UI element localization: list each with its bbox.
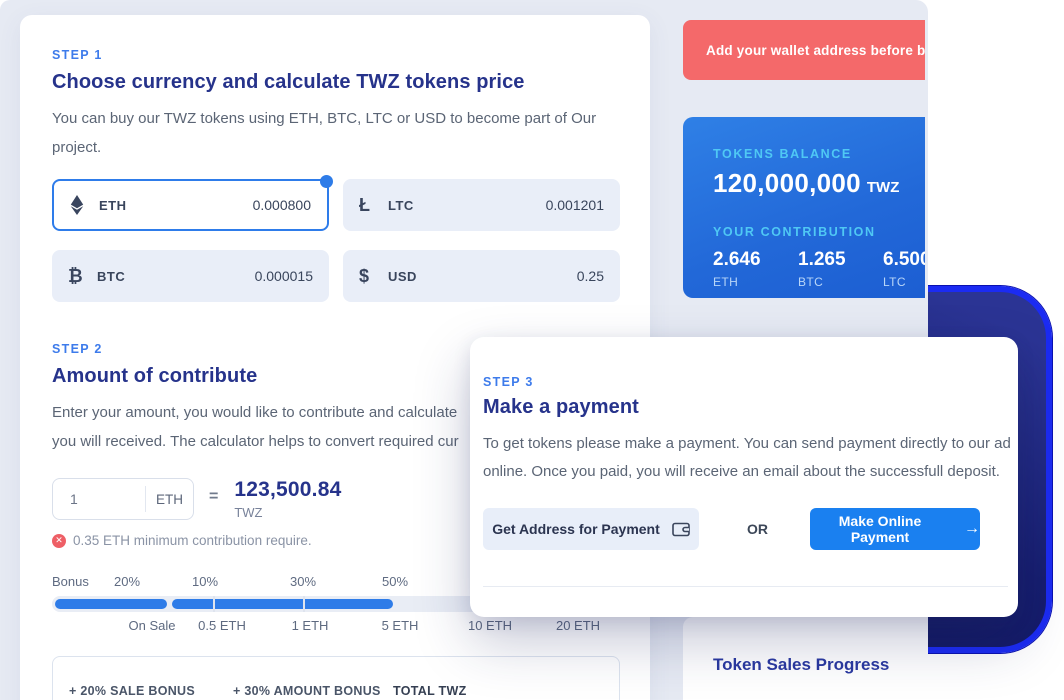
step3-title: Make a payment xyxy=(483,396,1018,419)
step3-description-line2: online. Once you paid, you will receive … xyxy=(483,458,1018,486)
bonus-progress-fill xyxy=(55,599,167,609)
contribution-value: 1.265 xyxy=(798,249,846,271)
contribution-unit: LTC xyxy=(883,275,925,289)
selected-indicator-dot xyxy=(320,175,333,188)
bitcoin-icon: ₿ xyxy=(68,266,94,287)
error-message: 0.35 ETH minimum contribution require. xyxy=(73,533,312,548)
currency-rate: 0.000800 xyxy=(253,197,311,213)
contribution-eth: 2.646 ETH xyxy=(713,249,761,289)
conversion-result: 123,500.84 TWZ xyxy=(234,478,341,520)
step1-title: Choose currency and calculate TWZ tokens… xyxy=(52,71,620,94)
payment-overlay-card: STEP 3 Make a payment To get tokens plea… xyxy=(470,337,1018,617)
token-sales-progress-card: Token Sales Progress xyxy=(683,617,928,700)
bonus-tier: 5 ETH xyxy=(382,618,419,633)
currency-tile-usd[interactable]: $ USD 0.25 xyxy=(343,250,620,302)
total-twz-label: TOTAL TWZ xyxy=(393,684,467,698)
bonus-tier-labels: On Sale 0.5 ETH 1 ETH 5 ETH 10 ETH 20 ET… xyxy=(52,618,620,636)
result-value: 123,500.84 xyxy=(234,478,341,502)
step1-label: STEP 1 xyxy=(52,48,620,62)
alert-message: Add your wallet address before bu xyxy=(683,43,925,58)
bonus-tier: 1 ETH xyxy=(292,618,329,633)
currency-code: LTC xyxy=(388,198,414,213)
currency-tile-ltc[interactable]: Ł LTC 0.001201 xyxy=(343,179,620,231)
amount-input-box: ETH xyxy=(52,478,194,520)
currency-grid: ETH 0.000800 Ł LTC 0.001201 ₿ BTC 0.0000… xyxy=(52,179,620,302)
currency-rate: 0.25 xyxy=(577,268,604,284)
or-separator: OR xyxy=(747,521,768,537)
get-address-label: Get Address for Payment xyxy=(492,521,660,537)
amount-input[interactable] xyxy=(53,491,145,507)
contribution-btc: 1.265 BTC xyxy=(798,249,846,289)
contribution-unit: BTC xyxy=(798,275,846,289)
currency-tile-eth[interactable]: ETH 0.000800 xyxy=(52,179,329,231)
dollar-icon: $ xyxy=(359,266,385,287)
error-cross-icon: ✕ xyxy=(52,534,66,548)
token-sales-progress-title: Token Sales Progress xyxy=(713,655,928,675)
payment-actions-row: Get Address for Payment OR Make Online P… xyxy=(483,508,1018,550)
bonus-tier: 20 ETH xyxy=(556,618,600,633)
overlay-divider xyxy=(483,586,1008,587)
tokens-balance-value: 120,000,000 TWZ xyxy=(713,168,925,199)
online-payment-label: Make Online Payment xyxy=(810,513,950,545)
bonus-tick xyxy=(303,596,305,612)
ethereum-icon xyxy=(70,195,96,215)
contribution-value: 2.646 xyxy=(713,249,761,271)
tokens-balance-label: TOKENS BALANCE xyxy=(713,147,925,161)
currency-code: ETH xyxy=(99,198,127,213)
amount-bonus-label: + 30% AMOUNT BONUS xyxy=(233,684,381,698)
bonus-total-box: + 20% SALE BONUS + 30% AMOUNT BONUS TOTA… xyxy=(52,656,620,700)
step1-description: You can buy our TWZ tokens using ETH, BT… xyxy=(52,104,612,162)
bonus-percent: 50% xyxy=(382,574,408,589)
amount-unit: ETH xyxy=(146,492,193,507)
make-online-payment-button[interactable]: Make Online Payment → xyxy=(810,508,980,550)
contribution-ltc: 6.500 LTC xyxy=(883,249,925,289)
currency-rate: 0.001201 xyxy=(546,197,604,213)
arrow-right-icon: → xyxy=(964,520,980,538)
bonus-tick xyxy=(213,596,215,612)
bonus-tier: 10 ETH xyxy=(468,618,512,633)
wallet-alert-banner: Add your wallet address before bu xyxy=(683,20,925,80)
tokens-balance-card: TOKENS BALANCE 120,000,000 TWZ YOUR CONTR… xyxy=(683,117,925,298)
wallet-icon xyxy=(672,522,690,537)
currency-tile-btc[interactable]: ₿ BTC 0.000015 xyxy=(52,250,329,302)
currency-rate: 0.000015 xyxy=(255,268,313,284)
equals-sign: = xyxy=(209,488,218,506)
get-address-button[interactable]: Get Address for Payment xyxy=(483,508,699,550)
contribution-row: 2.646 ETH 1.265 BTC 6.500 LTC xyxy=(713,249,925,297)
bonus-percent: 10% xyxy=(192,574,218,589)
sale-bonus-label: + 20% SALE BONUS xyxy=(69,684,195,698)
bonus-tier: 0.5 ETH xyxy=(198,618,246,633)
balance-number: 120,000,000 xyxy=(713,168,861,198)
bonus-tier: On Sale xyxy=(129,618,176,633)
step3-description-line1: To get tokens please make a payment. You… xyxy=(483,430,1018,458)
result-unit: TWZ xyxy=(234,505,341,520)
contribution-unit: ETH xyxy=(713,275,761,289)
bonus-percent: 30% xyxy=(290,574,316,589)
step3-label: STEP 3 xyxy=(483,375,1018,389)
bonus-percent: 20% xyxy=(114,574,140,589)
currency-code: USD xyxy=(388,269,417,284)
your-contribution-label: YOUR CONTRIBUTION xyxy=(713,225,925,239)
bonus-progress-fill xyxy=(172,599,393,609)
contribution-value: 6.500 xyxy=(883,249,925,271)
currency-code: BTC xyxy=(97,269,125,284)
bonus-axis-label: Bonus xyxy=(52,574,89,589)
balance-unit: TWZ xyxy=(867,179,899,196)
litecoin-icon: Ł xyxy=(359,195,385,216)
